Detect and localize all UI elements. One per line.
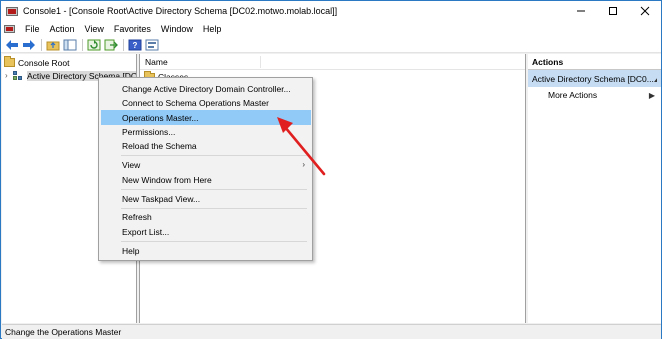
help-icon: ? bbox=[128, 39, 142, 50]
menu-file[interactable]: File bbox=[20, 21, 45, 37]
actions-section-schema[interactable]: Active Directory Schema [DC0... bbox=[528, 70, 661, 87]
title-bar[interactable]: Console1 - [Console Root\Active Director… bbox=[1, 1, 661, 21]
menu-item-change-domain-controller[interactable]: Change Active Directory Domain Controlle… bbox=[101, 81, 311, 96]
folder-icon bbox=[4, 56, 15, 67]
status-text: Change the Operations Master bbox=[5, 327, 122, 337]
menu-help[interactable]: Help bbox=[198, 21, 227, 37]
menu-separator bbox=[121, 189, 307, 190]
minimize-icon bbox=[577, 10, 585, 12]
toolbar: ? bbox=[1, 37, 661, 53]
forward-button[interactable] bbox=[21, 38, 37, 52]
menu-item-label: Operations Master... bbox=[122, 112, 199, 123]
menu-item-new-taskpad-view[interactable]: New Taskpad View... bbox=[101, 191, 311, 206]
export-list-icon bbox=[104, 39, 118, 50]
menu-item-label: Help bbox=[122, 245, 140, 256]
menu-item-label: Reload the Schema bbox=[122, 140, 197, 151]
chevron-right-icon: ▶ bbox=[648, 90, 655, 100]
refresh-button[interactable] bbox=[86, 38, 102, 52]
show-hide-tree-icon bbox=[63, 39, 77, 50]
window-controls bbox=[565, 1, 661, 21]
actions-pane: Actions Active Directory Schema [DC0... … bbox=[528, 54, 661, 323]
status-bar: Change the Operations Master bbox=[2, 324, 661, 339]
maximize-icon bbox=[609, 7, 617, 15]
menu-item-label: View bbox=[122, 159, 141, 170]
back-button[interactable] bbox=[4, 38, 20, 52]
toolbar-separator bbox=[41, 38, 42, 51]
menu-favorites[interactable]: Favorites bbox=[109, 21, 156, 37]
refresh-icon bbox=[87, 39, 101, 50]
menu-item-connect-schema-master[interactable]: Connect to Schema Operations Master bbox=[101, 95, 311, 110]
column-header-label: Name bbox=[145, 56, 168, 67]
menu-item-label: New Window from Here bbox=[122, 174, 212, 185]
help-button[interactable]: ? bbox=[127, 38, 143, 52]
menu-item-label: Refresh bbox=[122, 211, 152, 222]
tree-node-label: Console Root bbox=[18, 57, 70, 68]
menu-item-export-list[interactable]: Export List... bbox=[101, 224, 311, 239]
up-one-level-button[interactable] bbox=[45, 38, 61, 52]
menu-view[interactable]: View bbox=[80, 21, 109, 37]
mmc-app-icon[interactable] bbox=[6, 5, 18, 17]
show-hide-tree-button[interactable] bbox=[62, 38, 78, 52]
column-divider[interactable] bbox=[260, 56, 261, 68]
window-title: Console1 - [Console Root\Active Director… bbox=[23, 6, 338, 16]
menu-item-label: New Taskpad View... bbox=[122, 193, 201, 204]
close-button[interactable] bbox=[629, 1, 661, 21]
menu-item-label: Permissions... bbox=[122, 126, 176, 137]
menu-bar: File Action View Favorites Window Help bbox=[1, 21, 661, 37]
column-header-name[interactable]: Name bbox=[140, 54, 525, 70]
menu-window[interactable]: Window bbox=[156, 21, 198, 37]
menu-action[interactable]: Action bbox=[45, 21, 80, 37]
menu-item-help[interactable]: Help bbox=[101, 243, 311, 258]
annotation-arrow-icon bbox=[277, 117, 326, 176]
svg-text:?: ? bbox=[133, 41, 138, 50]
tree-node-console-root[interactable]: Console Root bbox=[4, 56, 70, 69]
actions-header: Actions bbox=[528, 54, 661, 70]
toolbar-separator bbox=[82, 38, 83, 51]
more-actions-label: More Actions bbox=[548, 90, 598, 100]
schema-icon bbox=[13, 70, 24, 81]
properties-button[interactable] bbox=[144, 38, 160, 52]
close-icon bbox=[640, 6, 650, 16]
export-list-button[interactable] bbox=[103, 38, 119, 52]
minimize-button[interactable] bbox=[565, 1, 597, 21]
more-actions-item[interactable]: More Actions ▶ bbox=[528, 87, 661, 103]
chevron-right-icon[interactable]: › bbox=[5, 71, 13, 80]
mmc-window: Console1 - [Console Root\Active Director… bbox=[0, 0, 662, 339]
console-menu-icon[interactable] bbox=[4, 23, 16, 35]
toolbar-separator bbox=[123, 38, 124, 51]
properties-icon bbox=[145, 39, 159, 50]
collapse-up-icon[interactable] bbox=[653, 76, 657, 82]
menu-item-label: Change Active Directory Domain Controlle… bbox=[122, 83, 291, 94]
menu-separator bbox=[121, 241, 307, 242]
back-arrow-icon bbox=[6, 39, 18, 50]
menu-item-refresh[interactable]: Refresh bbox=[101, 209, 311, 224]
menu-item-label: Export List... bbox=[122, 226, 170, 237]
forward-arrow-icon bbox=[23, 39, 35, 50]
maximize-button[interactable] bbox=[597, 1, 629, 21]
up-folder-icon bbox=[46, 41, 60, 50]
menu-item-label: Connect to Schema Operations Master bbox=[122, 97, 269, 108]
actions-section-label: Active Directory Schema [DC0... bbox=[532, 73, 654, 84]
